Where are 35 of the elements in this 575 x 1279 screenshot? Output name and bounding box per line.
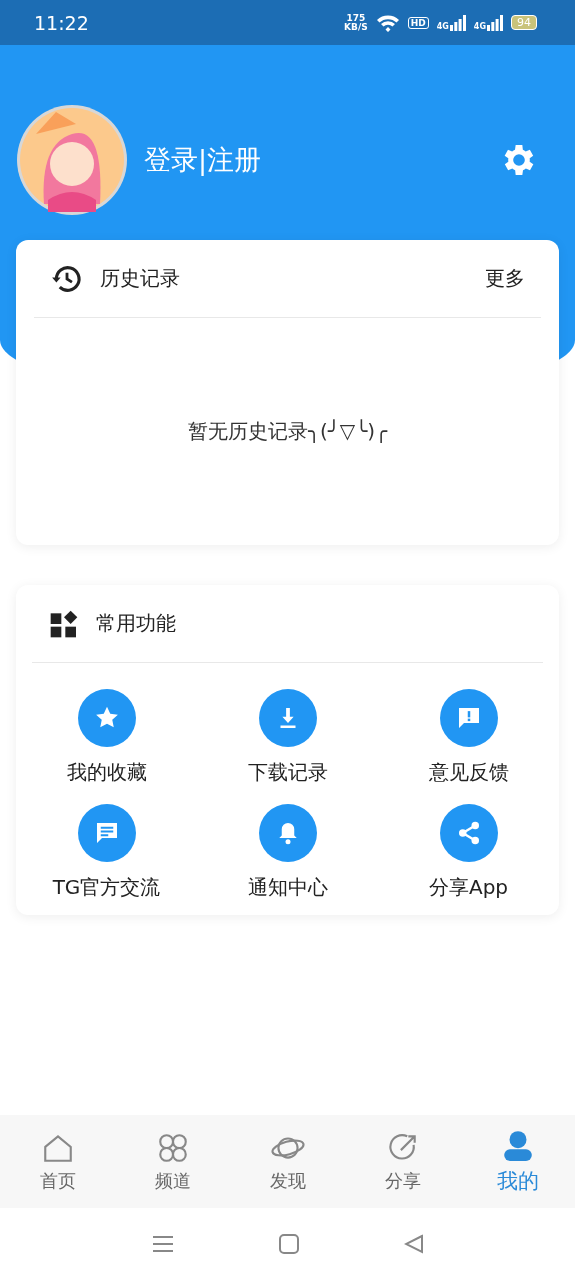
- empty-history-text: 暂无历史记录╮(╯▽╰)╭: [187, 418, 388, 445]
- hd-badge: HD: [407, 16, 429, 29]
- nav-tab[interactable]: 发现: [230, 1115, 345, 1208]
- function-button[interactable]: [439, 804, 498, 862]
- network-speed: 175 KB/S: [344, 13, 368, 32]
- wifi-icon: [375, 13, 400, 32]
- function-label: 通知中心: [247, 874, 328, 901]
- status-time: 11:22: [34, 11, 90, 34]
- signal-icon: [487, 14, 503, 31]
- function-label: 意见反馈: [428, 759, 509, 786]
- function-button[interactable]: [258, 689, 317, 747]
- function-button[interactable]: [258, 804, 317, 862]
- nav-tab[interactable]: 分享: [345, 1115, 460, 1208]
- function-button[interactable]: [439, 689, 498, 747]
- nav-tab[interactable]: 我的: [460, 1115, 575, 1208]
- signal-icon: [449, 14, 466, 31]
- battery-indicator: 94: [511, 15, 537, 30]
- back-icon[interactable]: [403, 1233, 424, 1254]
- home-button-icon[interactable]: [278, 1233, 299, 1254]
- history-title: 历史记录: [100, 265, 181, 292]
- function-label: 分享App: [428, 874, 509, 901]
- nav-tab[interactable]: 频道: [115, 1115, 230, 1208]
- network-type: 4G: [473, 21, 486, 31]
- more-link[interactable]: 更多: [485, 265, 525, 292]
- function-label: TG官方交流: [52, 874, 161, 901]
- function-label: 下载记录: [247, 759, 328, 786]
- menu-icon[interactable]: [151, 1233, 174, 1254]
- function-button[interactable]: [77, 689, 136, 747]
- avatar[interactable]: [16, 104, 128, 216]
- function-button[interactable]: [77, 804, 136, 862]
- login-register-link[interactable]: 登录|注册: [144, 142, 483, 178]
- network-type: 4G: [436, 21, 449, 31]
- function-label: 我的收藏: [66, 759, 147, 786]
- functions-title: 常用功能: [96, 610, 177, 637]
- nav-tab[interactable]: 首页: [0, 1115, 115, 1208]
